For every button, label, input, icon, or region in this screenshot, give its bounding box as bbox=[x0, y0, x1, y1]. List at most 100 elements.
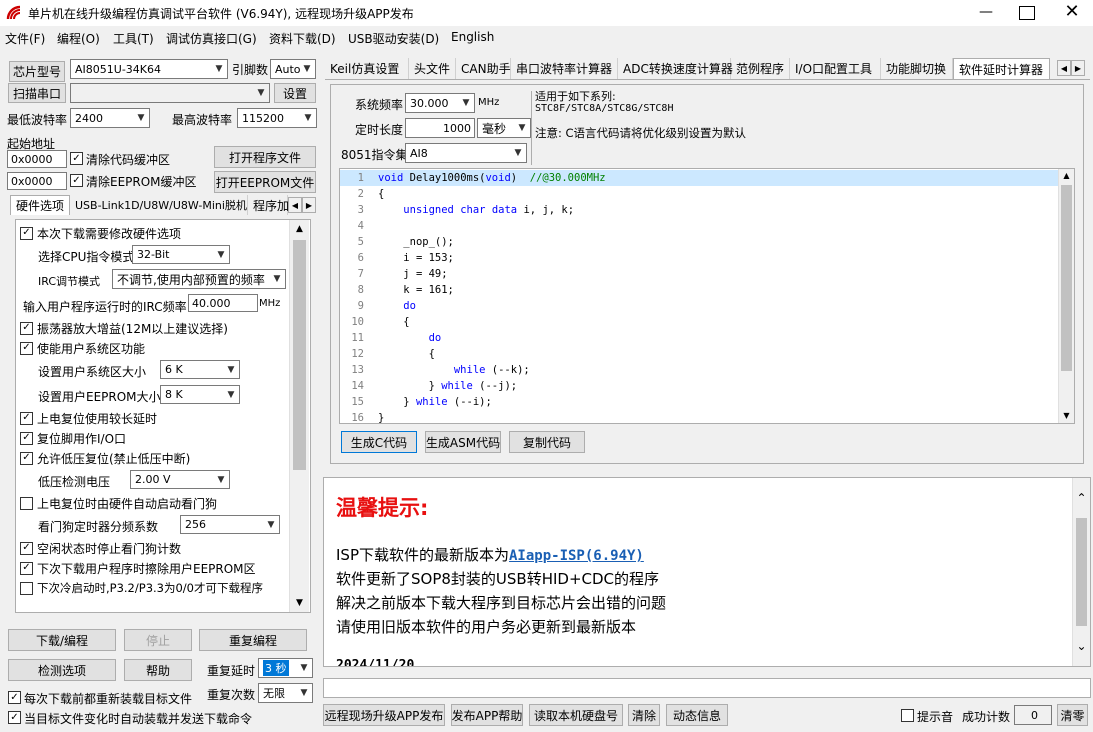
reload-before-download-checkbox[interactable]: ✓ bbox=[8, 691, 21, 704]
menu-usb-driver[interactable]: USB驱动安装(D) bbox=[348, 30, 439, 47]
scroll-up-icon[interactable]: ⌃ bbox=[1073, 478, 1090, 518]
stop-button[interactable]: 停止 bbox=[124, 629, 192, 651]
code-text: { bbox=[378, 316, 410, 328]
low-volt-reset-checkbox[interactable]: ✓ bbox=[20, 451, 33, 465]
open-eeprom-button[interactable]: 打开EEPROM文件 bbox=[214, 171, 316, 193]
min-baud-select[interactable]: 2400 ▼ bbox=[70, 108, 150, 128]
repeat-count-select[interactable]: 无限 ▼ bbox=[258, 683, 313, 703]
modify-hw-checkbox[interactable]: ✓ bbox=[20, 226, 33, 240]
beep-checkbox[interactable] bbox=[901, 709, 914, 722]
menu-debug[interactable]: 调试仿真接口(G) bbox=[166, 30, 257, 47]
repeat-delay-select[interactable]: 3 秒 ▼ bbox=[258, 658, 313, 678]
notice-scrollbar[interactable]: ⌃ ⌄ bbox=[1072, 478, 1090, 666]
scroll-down-icon[interactable]: ▼ bbox=[1059, 409, 1074, 423]
tab-hardware-options[interactable]: 硬件选项 bbox=[10, 195, 70, 215]
open-program-button[interactable]: 打开程序文件 bbox=[214, 146, 316, 168]
tab-baud-calc[interactable]: 串口波特率计算器 bbox=[511, 58, 618, 79]
tab-usb-link[interactable]: USB-Link1D/U8W/U8W-Mini脱机 bbox=[70, 195, 248, 215]
tab-pin-switch[interactable]: 功能脚切换 bbox=[881, 58, 953, 79]
sys-size-select[interactable]: 6 K ▼ bbox=[160, 360, 240, 379]
osc-gain-checkbox[interactable]: ✓ bbox=[20, 321, 33, 335]
irc-mode-select[interactable]: 不调节,使用内部预置的频率 ▼ bbox=[112, 269, 286, 289]
chevron-down-icon: ▼ bbox=[217, 249, 225, 260]
maximize-icon[interactable] bbox=[1019, 6, 1035, 20]
tab-scroll-right-icon[interactable]: ▶ bbox=[1071, 60, 1085, 76]
tab-scroll-left-icon[interactable]: ◀ bbox=[288, 197, 302, 213]
menu-program[interactable]: 编程(O) bbox=[57, 30, 100, 47]
tab-can-helper[interactable]: CAN助手 bbox=[456, 58, 511, 79]
pins-select[interactable]: Auto ▼ bbox=[270, 59, 316, 79]
port-select[interactable]: ▼ bbox=[70, 83, 270, 103]
cold-start-pin-checkbox[interactable] bbox=[20, 581, 33, 595]
code-editor[interactable]: 1 void Delay1000ms(void) //@30.000MHz 2{3 … bbox=[339, 168, 1075, 424]
copy-code-button[interactable]: 复制代码 bbox=[509, 431, 585, 453]
auto-reload-checkbox[interactable]: ✓ bbox=[8, 711, 21, 724]
tab-scroll-right-icon[interactable]: ▶ bbox=[302, 197, 316, 213]
reprogram-button[interactable]: 重复编程 bbox=[199, 629, 307, 651]
publish-help-button[interactable]: 发布APP帮助 bbox=[451, 704, 523, 726]
scroll-up-icon[interactable]: ▲ bbox=[290, 220, 309, 238]
cpu-mode-select[interactable]: 32-Bit ▼ bbox=[132, 245, 230, 264]
scroll-down-icon[interactable]: ▼ bbox=[290, 594, 309, 612]
settings-button[interactable]: 设置 bbox=[274, 83, 316, 103]
menu-file[interactable]: 文件(F) bbox=[5, 30, 45, 47]
scan-port-button[interactable]: 扫描串口 bbox=[8, 83, 66, 103]
remote-upgrade-button[interactable]: 远程现场升级APP发布 bbox=[323, 704, 445, 726]
tab-header-file[interactable]: 头文件 bbox=[409, 58, 456, 79]
code-scrollbar[interactable]: ▲ ▼ bbox=[1058, 169, 1074, 423]
freq-select[interactable]: 30.000 ▼ bbox=[405, 93, 475, 113]
beep-label: 提示音 bbox=[917, 710, 954, 724]
wdt-select[interactable]: 256 ▼ bbox=[180, 515, 280, 534]
clear-eeprom-checkbox[interactable]: ✓ bbox=[70, 174, 83, 187]
download-program-button[interactable]: 下载/编程 bbox=[8, 629, 116, 651]
eeprom-size-select[interactable]: 8 K ▼ bbox=[160, 385, 240, 404]
hw-watchdog-checkbox[interactable] bbox=[20, 496, 33, 510]
close-icon[interactable]: ✕ bbox=[1062, 1, 1082, 22]
dynamic-info-button[interactable]: 动态信息 bbox=[666, 704, 728, 726]
delay-length-input[interactable]: 1000 bbox=[405, 118, 475, 138]
code-addr-input[interactable]: 0x0000 bbox=[7, 150, 67, 168]
tab-delay-calc[interactable]: 软件延时计算器 bbox=[953, 58, 1050, 79]
scroll-thumb[interactable] bbox=[1076, 518, 1087, 626]
tab-label: ADC转换速度计算器 bbox=[623, 62, 733, 76]
help-button[interactable]: 帮助 bbox=[124, 659, 192, 681]
options-scrollbar[interactable]: ▲ ▼ bbox=[289, 220, 309, 612]
reset-count-button[interactable]: 清零 bbox=[1057, 704, 1088, 726]
tab-scroll-left-icon[interactable]: ◀ bbox=[1057, 60, 1071, 76]
clear-code-checkbox[interactable]: ✓ bbox=[70, 152, 83, 165]
erase-eeprom-checkbox[interactable]: ✓ bbox=[20, 561, 33, 575]
generate-asm-button[interactable]: 生成ASM代码 bbox=[425, 431, 501, 453]
tab-adc-calc[interactable]: ADC转换速度计算器 bbox=[618, 58, 733, 79]
menu-tools[interactable]: 工具(T) bbox=[113, 30, 154, 47]
scroll-thumb[interactable] bbox=[1061, 185, 1072, 371]
notice-version-link[interactable]: AIapp-ISP(6.94Y) bbox=[509, 548, 644, 564]
tab-io-config[interactable]: I/O口配置工具 bbox=[790, 58, 881, 79]
reset-pin-io-checkbox[interactable]: ✓ bbox=[20, 431, 33, 445]
minimize-icon[interactable]: — bbox=[976, 4, 996, 20]
tab-keil-sim[interactable]: Keil仿真设置 bbox=[325, 58, 409, 79]
max-baud-select[interactable]: 115200 ▼ bbox=[237, 108, 317, 128]
irc-freq-input[interactable]: 40.000 bbox=[188, 294, 258, 312]
tab-program[interactable]: 程序加 bbox=[248, 195, 289, 215]
generate-c-button[interactable]: 生成C代码 bbox=[341, 431, 417, 453]
menu-english[interactable]: English bbox=[451, 30, 494, 44]
read-disk-id-button[interactable]: 读取本机硬盘号 bbox=[529, 704, 623, 726]
menu-download[interactable]: 资料下载(D) bbox=[269, 30, 336, 47]
clear-button[interactable]: 清除 bbox=[628, 704, 660, 726]
check-options-button[interactable]: 检测选项 bbox=[8, 659, 116, 681]
line-number: 13 bbox=[351, 364, 364, 376]
line-number: 2 bbox=[357, 188, 364, 200]
scroll-thumb[interactable] bbox=[293, 240, 306, 470]
chip-select[interactable]: AI8051U-34K64 ▼ bbox=[70, 59, 228, 79]
isa-select[interactable]: AI8 ▼ bbox=[405, 143, 527, 163]
scroll-up-icon[interactable]: ▲ bbox=[1059, 169, 1074, 183]
tab-examples[interactable]: 范例程序 bbox=[731, 58, 790, 79]
delay-unit-select[interactable]: 毫秒 ▼ bbox=[477, 118, 531, 138]
user-sys-area-checkbox[interactable]: ✓ bbox=[20, 341, 33, 355]
low-volt-select[interactable]: 2.00 V ▼ bbox=[130, 470, 230, 489]
long-reset-delay-checkbox[interactable]: ✓ bbox=[20, 411, 33, 425]
idle-stop-wdt-checkbox[interactable]: ✓ bbox=[20, 541, 33, 555]
eeprom-addr-input[interactable]: 0x0000 bbox=[7, 172, 67, 190]
scroll-down-icon[interactable]: ⌄ bbox=[1073, 626, 1090, 666]
